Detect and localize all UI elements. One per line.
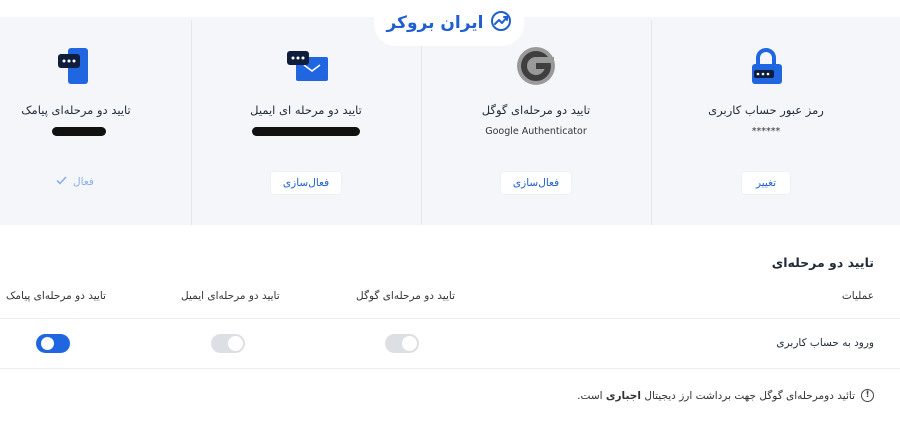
card-divider — [421, 20, 422, 225]
login-sms-2fa-toggle[interactable] — [36, 334, 70, 353]
note-text-before: تائید دومرحله‌ای گوگل جهت برداشت ارز دیج… — [644, 389, 855, 402]
card-email-title: تایید دو مرحله ای ایمیل — [250, 103, 362, 117]
trend-chart-icon — [490, 10, 512, 36]
card-password-masked: ****** — [751, 126, 781, 137]
sms-active-status: فعال — [56, 176, 94, 188]
google-2fa-note: ! تائید دومرحله‌ای گوگل جهت برداشت ارز د… — [577, 389, 874, 402]
activate-email-2fa-button[interactable]: فعال‌سازی — [271, 172, 341, 194]
card-google-subtitle: Google Authenticator — [485, 126, 587, 137]
login-email-2fa-toggle[interactable] — [211, 334, 245, 353]
login-google-2fa-toggle[interactable] — [385, 334, 419, 353]
card-google-title: تایید دو مرحله‌ای گوگل — [481, 103, 591, 117]
card-password-title: رمز عبور حساب کاربری — [708, 103, 824, 117]
column-header-actions: عملیات — [841, 290, 874, 302]
lock-icon — [746, 46, 786, 86]
toggle-knob — [228, 336, 243, 351]
row-label-login: ورود به حساب کاربری — [776, 337, 874, 349]
activate-google-2fa-button[interactable]: فعال‌سازی — [501, 172, 571, 194]
note-text-after: است. — [577, 389, 603, 402]
column-header-sms: تایید دو مرحله‌ای پیامک — [6, 290, 106, 302]
brand-name: ایران بروکر — [386, 13, 484, 33]
email-chat-icon — [286, 48, 330, 84]
column-header-google: تایید دو مرحله‌ای گوگل — [356, 290, 456, 302]
phone-chat-icon — [54, 46, 94, 86]
column-header-email: تایید دو مرحله‌ای ایمیل — [181, 290, 280, 302]
brand-logo[interactable]: ایران بروکر — [374, 0, 524, 46]
note-text: تائید دومرحله‌ای گوگل جهت برداشت ارز دیج… — [577, 390, 855, 402]
table-divider — [0, 318, 900, 319]
table-divider — [0, 368, 900, 369]
check-icon — [56, 176, 67, 188]
redacted-phone-number — [52, 127, 106, 136]
toggle-knob — [40, 336, 55, 351]
change-password-button[interactable]: تغییر — [742, 172, 790, 194]
card-divider — [651, 20, 652, 225]
toggle-knob — [402, 336, 417, 351]
google-authenticator-icon — [516, 46, 556, 86]
redacted-email-address — [252, 127, 360, 136]
section-title: تایید دو مرحله‌ای — [771, 255, 874, 270]
info-icon: ! — [861, 389, 874, 402]
card-divider — [191, 20, 192, 225]
sms-active-label: فعال — [73, 176, 94, 188]
card-sms-title: تایید دو مرحله‌ای پیامک — [21, 103, 131, 117]
note-emphasis: اجباری — [605, 389, 641, 402]
